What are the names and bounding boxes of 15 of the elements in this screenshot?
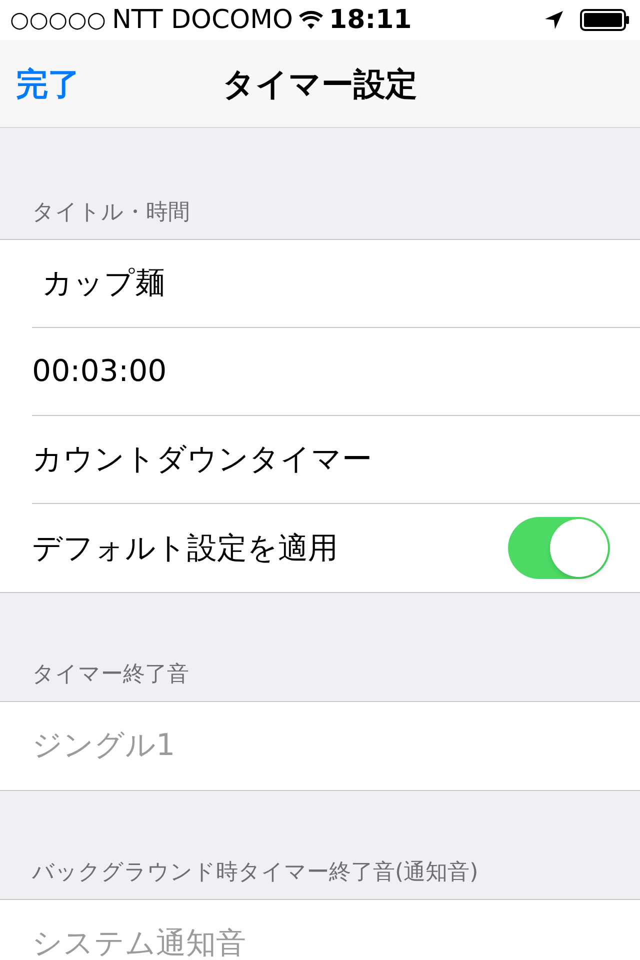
section-header: タイマー終了音 [32,661,189,689]
row-label: デフォルト設定を適用 [32,530,338,568]
row-label[interactable]: カウントダウンタイマー [32,437,372,482]
clock-time: 18:11 [329,4,412,36]
section-header: バックグラウンド時タイマー終了音(通知音) [32,859,478,887]
carrier-name: NTT DOCOMO [112,4,294,36]
title-field[interactable]: カップ麺 [32,254,640,314]
battery-icon [580,9,630,31]
row-label[interactable]: 00:03:00 [32,349,167,394]
section-header: タイトル・時間 [32,199,190,227]
signal-strength: ○○○○○ [10,6,106,34]
done-button[interactable]: 完了 [16,60,80,108]
screen-title: タイマー設定 [222,64,418,104]
wifi-icon [299,10,324,30]
location-arrow-icon [544,10,564,30]
